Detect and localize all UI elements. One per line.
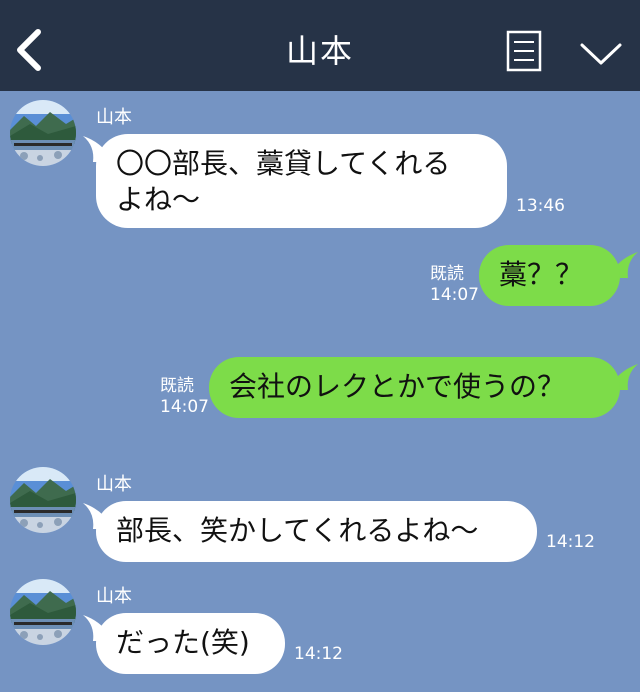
avatar[interactable] bbox=[10, 100, 76, 166]
chat-header: 山本 bbox=[0, 0, 640, 91]
message-time: 14:07 bbox=[160, 397, 209, 417]
menu-button[interactable] bbox=[506, 30, 542, 72]
back-button[interactable] bbox=[14, 28, 46, 72]
sender-name: 山本 bbox=[96, 474, 132, 495]
avatar-landscape-image bbox=[10, 579, 76, 645]
message-text: 〇〇部長、藁貸してくれる よね～ bbox=[116, 147, 451, 216]
message-text: 部長、笑かしてくれるよね～ bbox=[116, 514, 479, 547]
message-bubble[interactable]: 部長、笑かしてくれるよね～ bbox=[96, 501, 537, 562]
message-bubble[interactable]: だった(笑) bbox=[96, 613, 285, 674]
message-time: 14:12 bbox=[294, 644, 343, 664]
chevron-left-icon bbox=[17, 29, 41, 71]
message-bubble[interactable]: 会社のレクとかで使うの？ bbox=[209, 357, 620, 418]
message-bubble[interactable]: 〇〇部長、藁貸してくれる よね～ bbox=[96, 134, 507, 228]
message-text: 藁？？ bbox=[499, 258, 584, 291]
avatar[interactable] bbox=[10, 579, 76, 645]
chat-title: 山本 bbox=[285, 32, 354, 70]
message-time: 14:12 bbox=[546, 532, 595, 552]
message-text: 会社のレクとかで使うの？ bbox=[229, 370, 566, 403]
message-time: 13:46 bbox=[516, 196, 565, 216]
chevron-down-icon bbox=[580, 43, 622, 65]
avatar-landscape-image bbox=[10, 467, 76, 533]
read-label: 既読 bbox=[160, 376, 194, 396]
avatar[interactable] bbox=[10, 467, 76, 533]
sender-name: 山本 bbox=[96, 586, 132, 607]
message-text: だった(笑) bbox=[116, 626, 250, 659]
message-time: 14:07 bbox=[430, 285, 479, 305]
read-label: 既読 bbox=[430, 264, 464, 284]
sender-name: 山本 bbox=[96, 107, 132, 128]
read-receipt: 既読 14:07 bbox=[430, 264, 479, 306]
avatar-landscape-image bbox=[10, 100, 76, 166]
note-list-icon bbox=[506, 30, 542, 72]
expand-button[interactable] bbox=[578, 40, 624, 68]
message-bubble[interactable]: 藁？？ bbox=[479, 245, 620, 306]
read-receipt: 既読 14:07 bbox=[160, 376, 209, 418]
